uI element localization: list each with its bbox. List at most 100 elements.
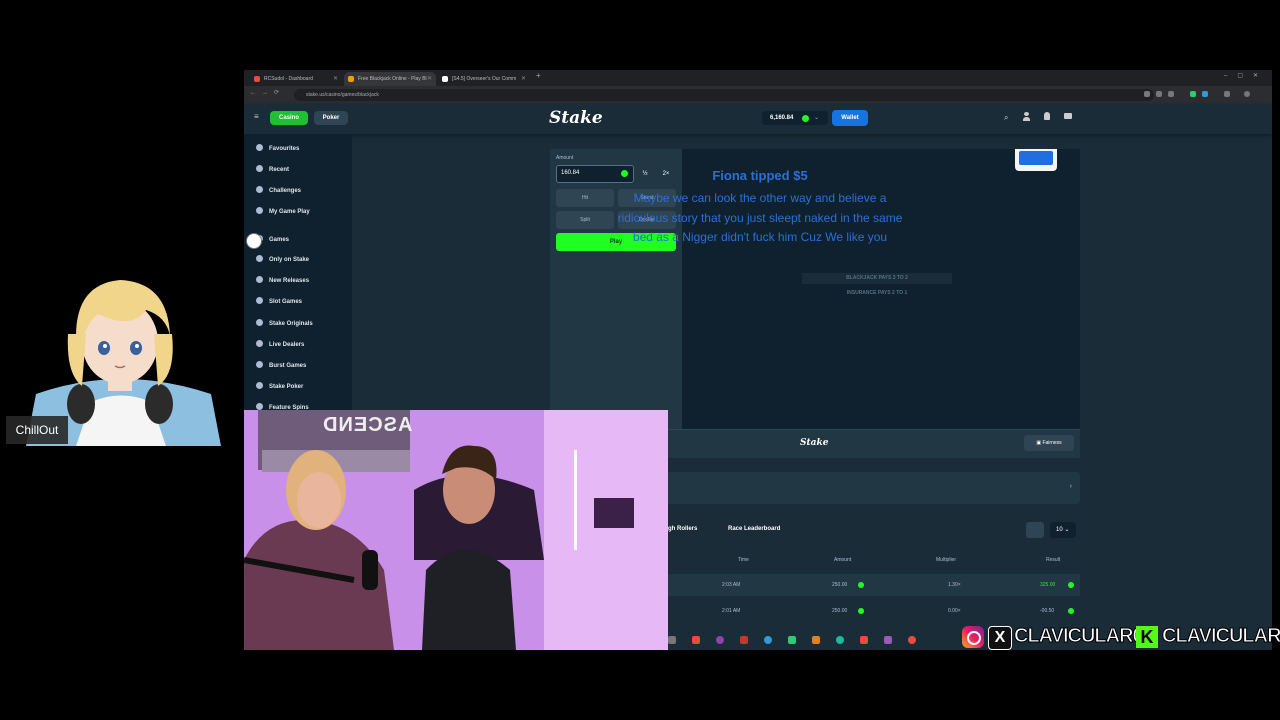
browser-tab-3[interactable]: [S4.5] Overseer's Our Comm ✕ bbox=[438, 72, 530, 86]
poster-text: ASCEND bbox=[322, 414, 413, 436]
browser-tab-1[interactable]: RCSudol - Dashboard ✕ bbox=[250, 72, 342, 86]
sidebar-item-recent[interactable]: Recent bbox=[256, 164, 289, 176]
social-handles: X CLAVICULAR0 K CLAVICULAR bbox=[960, 622, 1280, 652]
rocket-icon bbox=[256, 276, 263, 283]
sidebar-item-label: Stake Originals bbox=[269, 321, 313, 327]
sidebar-item-challenges[interactable]: Challenges bbox=[256, 185, 301, 197]
fairness-button[interactable]: ▣ Fairness bbox=[1024, 435, 1074, 451]
coin-icon bbox=[858, 582, 864, 588]
sidebar-item-slot-games[interactable]: Slot Games bbox=[256, 296, 302, 308]
balance-display[interactable]: 6,160.84 ⌄ bbox=[762, 111, 828, 125]
tab-label: Free Blackjack Online - Play Bl bbox=[358, 76, 427, 82]
tab-label: RCSudol - Dashboard bbox=[264, 76, 313, 82]
sidebar-item-label: My Game Play bbox=[269, 209, 310, 215]
coin-icon bbox=[858, 608, 864, 614]
sidebar-item-favourites[interactable]: Favourites bbox=[256, 143, 299, 155]
header-time: Time bbox=[738, 557, 749, 563]
sidebar-item-only-on-stake[interactable]: Only on Stake bbox=[256, 254, 309, 266]
sidebar-item-stake-originals[interactable]: Stake Originals bbox=[256, 318, 313, 330]
sidebar-item-my-game-play[interactable]: My Game Play bbox=[256, 206, 310, 218]
alert-message: Maybe we can look the other way and beli… bbox=[617, 191, 903, 244]
coin-icon bbox=[1068, 582, 1074, 588]
streamer-name-tag: ChillOut bbox=[6, 416, 68, 444]
close-icon[interactable]: ✕ bbox=[427, 72, 432, 86]
kick-icon: K bbox=[1136, 626, 1158, 648]
tab-label: [S4.5] Overseer's Our Comm bbox=[452, 76, 517, 82]
count-select[interactable]: 10 ⌄ bbox=[1050, 522, 1076, 538]
row-amount: 250.00 bbox=[832, 608, 848, 614]
nav-arrows-icon[interactable]: ←→⟳ bbox=[250, 89, 285, 96]
count-value: 10 bbox=[1056, 527, 1063, 533]
sidebar-item-label: Burst Games bbox=[269, 363, 307, 369]
spin-icon bbox=[256, 403, 263, 410]
amount-value: 160.84 bbox=[561, 170, 580, 176]
star-icon bbox=[256, 144, 263, 151]
tab-race-leaderboard[interactable]: Race Leaderboard bbox=[728, 526, 780, 532]
row-amount: 250.00 bbox=[832, 582, 848, 588]
search-icon[interactable]: ⌕ bbox=[1004, 113, 1008, 123]
balance-value: 6,160.84 bbox=[770, 115, 794, 121]
row-multiplier: 1.30× bbox=[948, 582, 961, 588]
burst-icon bbox=[256, 361, 263, 368]
address-bar: ←→⟳ stake.us/casino/games/blackjack bbox=[244, 86, 1272, 104]
tab-favicon-icon bbox=[348, 76, 354, 82]
row-result: -00.50 bbox=[1040, 608, 1055, 614]
clock-icon bbox=[256, 165, 263, 172]
fairness-label: Fairness bbox=[1042, 440, 1062, 446]
sidebar-item-label: Games bbox=[269, 237, 290, 243]
chevron-right-icon: › bbox=[1069, 483, 1072, 490]
webcam-feed: ASCEND bbox=[244, 410, 668, 650]
user-icon[interactable] bbox=[1023, 112, 1030, 121]
casino-button[interactable]: Casino bbox=[270, 111, 308, 125]
alert-title: Fiona tipped $5 bbox=[712, 168, 808, 183]
header-multiplier: Multiplier bbox=[936, 557, 957, 563]
webcam-scene bbox=[244, 410, 668, 650]
chat-icon[interactable] bbox=[1064, 113, 1072, 119]
sidebar-item-label: Favourites bbox=[269, 146, 300, 152]
tab-favicon-icon bbox=[254, 76, 260, 82]
tab-favicon-icon bbox=[442, 76, 448, 82]
sidebar-item-new-releases[interactable]: New Releases bbox=[256, 275, 309, 287]
stake-logo[interactable]: Stake bbox=[549, 108, 603, 128]
row-result: 325.00 bbox=[1040, 582, 1056, 588]
amount-label: Amount bbox=[556, 155, 574, 161]
sidebar-item-label: Only on Stake bbox=[269, 257, 310, 263]
new-tab-icon[interactable]: + bbox=[536, 71, 541, 80]
header-result: Result bbox=[1046, 557, 1061, 563]
row-time: 2:03 AM bbox=[722, 582, 741, 588]
payout-banner-2: INSURANCE PAYS 2 TO 1 bbox=[846, 290, 908, 296]
header-amount: Amount bbox=[834, 557, 852, 563]
tab-bar: RCSudol - Dashboard ✕ Free Blackjack Onli… bbox=[244, 70, 1272, 86]
controller-icon bbox=[256, 207, 263, 214]
sidebar-item-stake-poker[interactable]: Stake Poker bbox=[256, 381, 303, 393]
sidebar-item-burst-games[interactable]: Burst Games bbox=[256, 360, 306, 372]
sidebar-item-label: Slot Games bbox=[269, 299, 303, 305]
url-field[interactable]: stake.us/casino/games/blackjack bbox=[294, 89, 1154, 101]
sidebar-item-label: Challenges bbox=[269, 188, 302, 194]
row-multiplier: 0.00× bbox=[948, 608, 961, 614]
chat-bubble-icon[interactable] bbox=[246, 233, 262, 249]
taskbar-icons[interactable] bbox=[668, 632, 968, 648]
poker-button[interactable]: Poker bbox=[314, 111, 348, 125]
close-icon[interactable]: ✕ bbox=[333, 72, 338, 86]
browser-tab-2[interactable]: Free Blackjack Online - Play Bl ✕ bbox=[344, 72, 436, 86]
filter-icon[interactable] bbox=[1026, 522, 1044, 538]
menu-icon[interactable]: ≡ bbox=[254, 112, 259, 121]
close-icon[interactable]: ✕ bbox=[521, 72, 526, 86]
extension-icons[interactable] bbox=[1144, 91, 1264, 98]
window-controls[interactable]: –▢✕ bbox=[1224, 72, 1268, 79]
trophy-icon bbox=[256, 186, 263, 193]
avatar-overlay: ChillOut bbox=[6, 274, 236, 446]
wallet-button[interactable]: Wallet bbox=[832, 110, 868, 126]
sidebar-item-label: New Releases bbox=[269, 278, 310, 284]
headset-icon bbox=[256, 340, 263, 347]
footer-logo: Stake bbox=[800, 438, 829, 448]
stake-icon bbox=[256, 319, 263, 326]
tip-alert: Fiona tipped $5 Maybe we can look the ot… bbox=[600, 168, 920, 248]
sidebar-item-live-dealers[interactable]: Live Dealers bbox=[256, 339, 304, 351]
gem-icon bbox=[256, 255, 263, 262]
row-time: 2:01 AM bbox=[722, 608, 741, 614]
card-shoe bbox=[1015, 149, 1057, 171]
payout-banner-1: BLACKJACK PAYS 3 TO 2 bbox=[802, 273, 952, 284]
bell-icon[interactable] bbox=[1044, 112, 1050, 120]
